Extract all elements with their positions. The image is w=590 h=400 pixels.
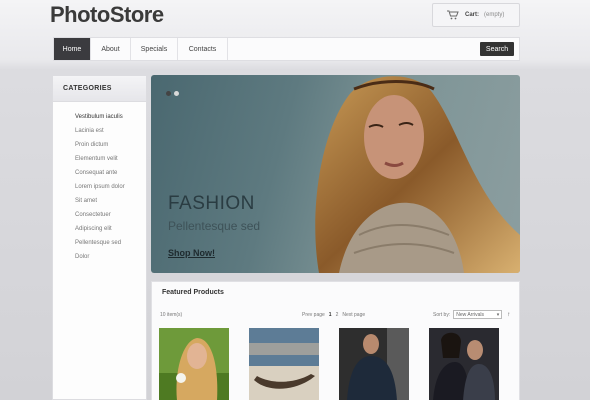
items-count: 10 item(s) (160, 312, 183, 318)
category-item[interactable]: Lorem ipsum dolor (75, 180, 146, 194)
category-item[interactable]: Vestibulum iaculis (75, 110, 146, 124)
category-item[interactable]: Consectetuer (75, 208, 146, 222)
category-item[interactable]: Sit amet (75, 194, 146, 208)
nav-specials[interactable]: Specials (131, 38, 178, 60)
prev-page-link[interactable]: Prev page (302, 312, 325, 318)
cart-widget[interactable]: Cart: (empty) (432, 3, 520, 27)
slider-dots (166, 91, 182, 96)
chevron-down-icon: ▾ (496, 311, 500, 318)
search-button[interactable]: Search (480, 42, 514, 56)
featured-products: Featured Products 10 item(s) Prev page 1… (151, 281, 520, 400)
nav-about[interactable]: About (91, 38, 131, 60)
product-thumb-man-jacket[interactable] (339, 328, 409, 400)
page-link-1[interactable]: 1 (329, 312, 332, 318)
banner-title: FASHION (168, 193, 255, 214)
sort-direction-icon[interactable]: ↑ (507, 312, 510, 318)
search-input[interactable] (385, 42, 480, 56)
nav-contacts[interactable]: Contacts (178, 38, 228, 60)
category-item[interactable]: Lacinia est (75, 124, 146, 138)
sort-value: New Arrivals (456, 311, 485, 318)
banner-subtitle: Pellentesque sed (168, 219, 261, 233)
shop-now-link[interactable]: Shop Now! (168, 248, 215, 258)
pagination: Prev page 1 2 Next page (302, 312, 369, 318)
site-logo[interactable]: PhotoStore (50, 2, 164, 28)
featured-products-title: Featured Products (162, 289, 224, 296)
next-page-link[interactable]: Next page (342, 312, 365, 318)
search-area: Search (228, 38, 519, 60)
category-item[interactable]: Proin dictum (75, 138, 146, 152)
hero-banner[interactable]: FASHION Pellentesque sed Shop Now! (151, 75, 520, 273)
sort-control: Sort by: New Arrivals ▾ ↑ (433, 310, 510, 319)
categories-title: CATEGORIES (53, 76, 146, 102)
sort-label: Sort by: (433, 311, 451, 318)
category-item[interactable]: Consequat ante (75, 166, 146, 180)
main-nav: Home About Specials Contacts Search (53, 37, 520, 61)
product-thumb-boat-beach[interactable] (249, 328, 319, 400)
cart-status: (empty) (484, 12, 505, 18)
page-link-2[interactable]: 2 (336, 312, 339, 318)
hero-model-image (315, 76, 520, 273)
slider-dot[interactable] (166, 91, 171, 96)
product-thumb-woman-field[interactable] (159, 328, 229, 400)
product-thumb-couple[interactable] (429, 328, 499, 400)
sort-select[interactable]: New Arrivals ▾ (453, 310, 503, 319)
category-item[interactable]: Dolor (75, 250, 146, 264)
category-item[interactable]: Pellentesque sed (75, 236, 146, 250)
category-list: Vestibulum iaculis Lacinia est Proin dic… (53, 102, 146, 264)
categories-sidebar: CATEGORIES Vestibulum iaculis Lacinia es… (52, 75, 147, 400)
nav-home[interactable]: Home (54, 38, 91, 60)
category-item[interactable]: Elementum velit (75, 152, 146, 166)
cart-label: Cart: (465, 12, 480, 18)
slider-dot[interactable] (174, 91, 179, 96)
category-item[interactable]: Adipiscing elit (75, 222, 146, 236)
cart-icon (447, 10, 459, 20)
